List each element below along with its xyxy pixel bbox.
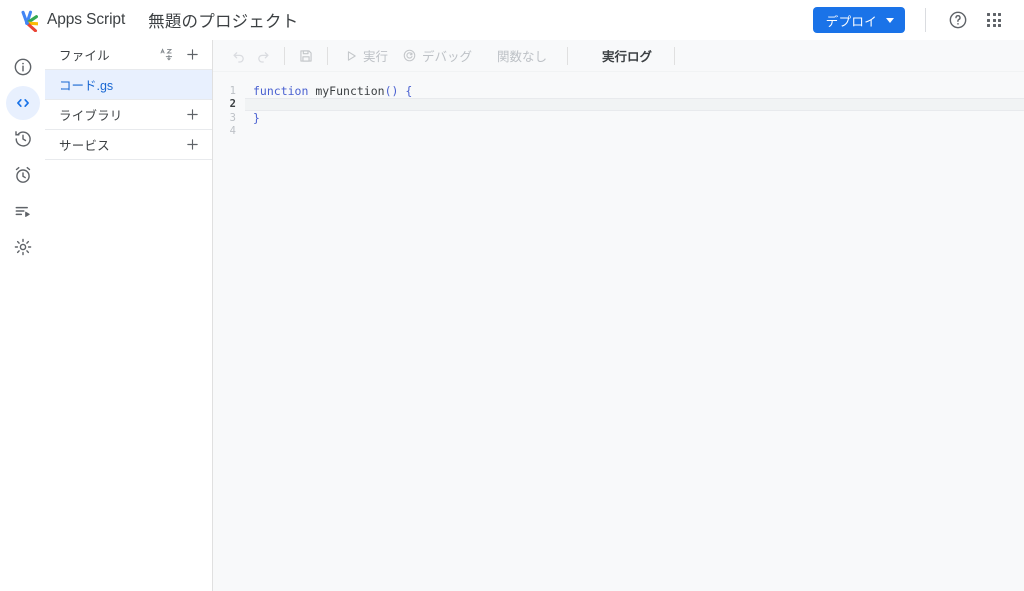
brand-area[interactable]: Apps Script xyxy=(14,8,125,32)
sidebar-item-editor[interactable] xyxy=(5,86,40,120)
apps-grid-icon xyxy=(986,12,1002,28)
line-number: 1 xyxy=(229,84,236,97)
function-select[interactable]: 関数なし xyxy=(489,44,555,68)
line-number: 4 xyxy=(229,125,236,138)
add-service-button[interactable] xyxy=(182,135,202,155)
run-button[interactable]: 実行 xyxy=(337,44,395,68)
debug-button-label: デバッグ xyxy=(422,50,473,64)
files-section-label: ファイル xyxy=(59,49,110,63)
explorer-panel: ファイル コード.gs ライブラリ サービス xyxy=(45,40,213,591)
undo-arrow-icon xyxy=(233,51,244,63)
code-line-text: function myFunction() { xyxy=(245,84,1024,98)
alarm-clock-icon xyxy=(15,166,30,183)
execution-log-tab[interactable]: 実行ログ xyxy=(592,44,662,68)
toolbar-divider xyxy=(567,46,569,65)
page-title[interactable]: 無題のプロジェクト xyxy=(148,8,298,32)
file-list-item-code-gs[interactable]: コード.gs xyxy=(45,70,212,100)
left-icon-rail xyxy=(0,40,45,591)
libraries-section-label: ライブラリ xyxy=(59,109,123,123)
services-section-actions xyxy=(182,135,202,155)
chevron-down-icon xyxy=(886,17,894,23)
code-line-text xyxy=(245,97,1024,111)
save-button[interactable] xyxy=(294,44,318,68)
executions-list-play-icon xyxy=(15,206,30,217)
gear-icon xyxy=(14,238,31,256)
code-editor[interactable]: 1 function myFunction() { 2 3 } 4 xyxy=(213,72,1024,591)
sidebar-item-overview[interactable] xyxy=(6,50,40,84)
run-button-label: 実行 xyxy=(363,50,389,64)
apps-script-window: Apps Script 無題のプロジェクト デプロイ ファイル コード.gs ラ… xyxy=(0,0,1024,591)
code-brackets-icon xyxy=(16,99,29,107)
save-floppy-icon xyxy=(300,49,312,62)
plus-icon xyxy=(186,49,198,60)
top-header-bar: Apps Script 無題のプロジェクト デプロイ xyxy=(0,0,1024,40)
code-token-parens: () xyxy=(384,83,399,98)
files-section-actions xyxy=(156,45,202,65)
undo-button[interactable] xyxy=(227,44,251,68)
libraries-section-header[interactable]: ライブラリ xyxy=(45,100,212,130)
redo-button[interactable] xyxy=(251,44,275,68)
deploy-button-label: デプロイ xyxy=(825,14,877,29)
code-line[interactable]: 4 xyxy=(213,125,1024,139)
sidebar-item-project-settings[interactable] xyxy=(6,230,40,264)
sidebar-item-triggers[interactable] xyxy=(6,158,40,192)
code-line[interactable]: 1 function myFunction() { xyxy=(213,84,1024,98)
plus-icon xyxy=(186,139,198,150)
file-name: コード.gs xyxy=(59,79,114,93)
files-section-header: ファイル xyxy=(45,40,212,70)
help-button[interactable] xyxy=(942,4,974,36)
history-clock-icon xyxy=(14,131,31,147)
redo-arrow-icon xyxy=(258,51,269,63)
function-select-value: 関数なし xyxy=(497,50,548,64)
toolbar-divider xyxy=(284,46,285,65)
code-line-text: } xyxy=(253,110,260,125)
google-apps-button[interactable] xyxy=(978,4,1010,36)
debug-bug-icon xyxy=(403,49,416,62)
code-token-identifier: myFunction xyxy=(315,83,385,98)
code-token-brace: { xyxy=(405,83,413,98)
toolbar-divider xyxy=(327,46,328,65)
sidebar-item-project-history[interactable] xyxy=(6,122,40,156)
editor-toolbar: 実行 デバッグ 関数なし 実行ログ xyxy=(213,40,1024,72)
line-number: 2 xyxy=(229,98,236,111)
plus-icon xyxy=(186,109,198,120)
code-line-active[interactable]: 2 xyxy=(213,97,1024,111)
editor-area: 実行 デバッグ 関数なし 実行ログ 1 function myFunction(… xyxy=(213,40,1024,591)
toolbar-divider xyxy=(674,46,676,65)
sort-alpha-icon xyxy=(160,48,172,61)
apps-script-logo-icon xyxy=(21,10,38,32)
play-triangle-icon xyxy=(347,50,356,61)
header-divider xyxy=(925,8,926,32)
line-number: 3 xyxy=(229,111,236,124)
libraries-section-actions xyxy=(182,105,202,125)
add-library-button[interactable] xyxy=(182,105,202,125)
sidebar-item-executions[interactable] xyxy=(6,194,40,228)
services-section-header[interactable]: サービス xyxy=(45,130,212,160)
brand-name: Apps Script xyxy=(47,11,126,28)
deploy-button[interactable]: デプロイ xyxy=(812,7,905,33)
info-circle-icon xyxy=(14,58,31,76)
header-actions: デプロイ xyxy=(812,4,1012,36)
add-file-button[interactable] xyxy=(182,45,202,65)
code-line[interactable]: 3 } xyxy=(213,111,1024,125)
help-circle-icon xyxy=(949,11,967,29)
debug-button[interactable]: デバッグ xyxy=(395,44,479,68)
code-token-keyword: function xyxy=(253,83,309,98)
services-section-label: サービス xyxy=(59,139,110,153)
execution-log-label: 実行ログ xyxy=(602,50,653,64)
sort-files-button[interactable] xyxy=(156,45,176,65)
